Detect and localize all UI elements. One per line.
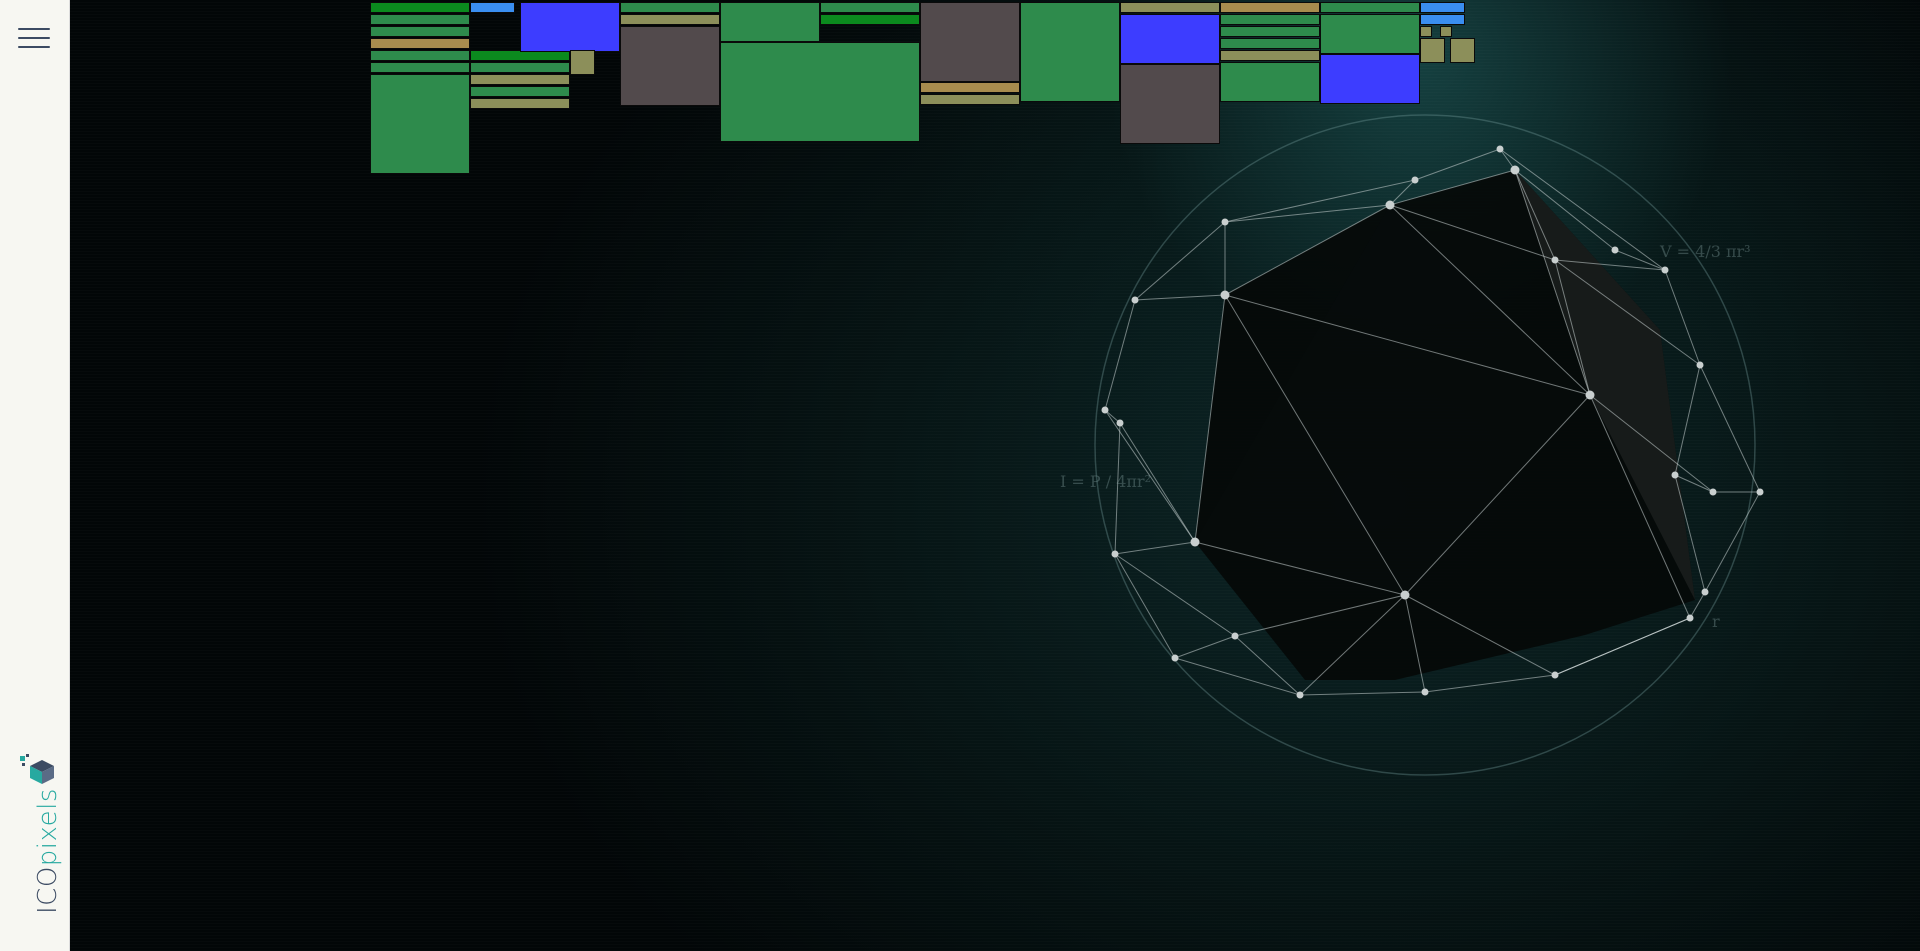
pixel-tile[interactable] — [920, 2, 1020, 82]
mesh-node — [1701, 588, 1709, 596]
mesh-node — [1171, 654, 1179, 662]
pixel-tile[interactable] — [1420, 26, 1432, 37]
geodesic-sphere-graphic — [1094, 114, 1764, 776]
mesh-node — [1496, 145, 1504, 153]
main-canvas: V = 4/3 πr³ I = P / 4πr² r — [70, 0, 1920, 951]
pixel-tile[interactable] — [720, 42, 920, 142]
pixel-tile[interactable] — [1120, 14, 1220, 64]
pixel-tile[interactable] — [370, 14, 470, 25]
pixel-tile[interactable] — [520, 2, 620, 52]
pixel-tile[interactable] — [470, 2, 515, 13]
mesh-node — [1756, 488, 1764, 496]
mesh-edge — [1414, 148, 1501, 181]
mesh-edge — [1674, 364, 1701, 476]
pixel-tile[interactable] — [1420, 38, 1445, 63]
mesh-node — [1611, 246, 1619, 254]
pixel-tile[interactable] — [820, 2, 920, 13]
radius-label: r — [1712, 612, 1720, 631]
mesh-node — [1296, 691, 1304, 699]
mesh-node — [1421, 688, 1429, 696]
menu-line — [18, 28, 50, 30]
pixel-tile[interactable] — [470, 74, 570, 85]
mesh-node — [1585, 390, 1595, 400]
mesh-edge — [1134, 221, 1226, 301]
pixel-tile[interactable] — [470, 62, 570, 73]
logo-text-pixels: pixels — [33, 788, 63, 867]
mesh-edge — [1299, 691, 1426, 696]
logo[interactable]: ICOpixels — [12, 752, 63, 922]
mesh-edge — [1134, 294, 1226, 301]
mesh-node — [1220, 290, 1230, 300]
pixel-tile[interactable] — [1120, 2, 1220, 13]
mesh-edge — [1114, 541, 1196, 555]
pixel-tile[interactable] — [720, 2, 820, 42]
mesh-edge — [1699, 364, 1761, 493]
volume-formula: V = 4/3 πr³ — [1660, 242, 1751, 261]
pixel-tile[interactable] — [1220, 62, 1320, 102]
pixel-tile[interactable] — [1320, 14, 1420, 54]
pixel-tile[interactable] — [620, 14, 720, 25]
mesh-edge — [1424, 674, 1556, 693]
mesh-edge — [1704, 491, 1761, 593]
mesh-node — [1696, 361, 1704, 369]
pixel-tile[interactable] — [920, 82, 1020, 93]
pixel-tile[interactable] — [1220, 38, 1320, 49]
mesh-node — [1400, 590, 1410, 600]
hamburger-menu-icon[interactable] — [18, 26, 50, 50]
pixel-tile[interactable] — [370, 2, 470, 13]
mesh-node — [1411, 176, 1419, 184]
logo-text: ICOpixels — [33, 788, 63, 914]
pixel-tile[interactable] — [1440, 26, 1452, 37]
mesh-node — [1190, 537, 1200, 547]
mesh-node — [1111, 550, 1119, 558]
mesh-node — [1221, 218, 1229, 226]
mesh-edge — [1174, 635, 1236, 659]
pixel-tile[interactable] — [1220, 2, 1320, 13]
intensity-formula: I = P / 4πr² — [1060, 472, 1151, 491]
mesh-node — [1231, 632, 1239, 640]
pixel-tile[interactable] — [920, 94, 1020, 105]
pixel-tile[interactable] — [470, 98, 570, 109]
mesh-node — [1101, 406, 1109, 414]
pixel-tile[interactable] — [470, 86, 570, 97]
menu-line — [18, 37, 50, 39]
mesh-node — [1385, 200, 1395, 210]
pixel-tile[interactable] — [1450, 38, 1475, 63]
mesh-node — [1661, 266, 1669, 274]
sidebar: ICOpixels — [0, 0, 70, 951]
pixel-tile[interactable] — [620, 26, 720, 106]
mesh-node — [1551, 256, 1559, 264]
mesh-node — [1116, 419, 1124, 427]
pixel-tile[interactable] — [1320, 54, 1420, 104]
logo-text-ico: ICO — [33, 866, 63, 914]
mesh-node — [1709, 488, 1717, 496]
mesh-node — [1131, 296, 1139, 304]
pixel-tile[interactable] — [370, 38, 470, 49]
pixel-tile[interactable] — [1220, 14, 1320, 25]
mesh-edge — [1614, 249, 1666, 271]
pixel-tile[interactable] — [1020, 2, 1120, 102]
pixel-tile[interactable] — [370, 62, 470, 73]
mesh-node — [1671, 471, 1679, 479]
pixel-tile[interactable] — [370, 50, 470, 61]
mesh-edge — [1114, 553, 1176, 659]
pixel-tile[interactable] — [820, 14, 920, 25]
cube-logo-icon — [20, 754, 54, 784]
pixel-tile[interactable] — [1320, 2, 1420, 13]
menu-line — [18, 46, 50, 48]
mesh-node — [1551, 671, 1559, 679]
mesh-edge — [1664, 269, 1701, 366]
pixel-tile[interactable] — [620, 2, 720, 13]
pixel-tile[interactable] — [1220, 26, 1320, 37]
mesh-edge — [1104, 299, 1136, 411]
pixel-tile[interactable] — [1220, 50, 1320, 61]
pixel-tile[interactable] — [1420, 14, 1465, 25]
mesh-node — [1510, 165, 1520, 175]
pixel-tile[interactable] — [370, 26, 470, 37]
pixel-tile[interactable] — [370, 74, 470, 174]
pixel-tile[interactable] — [1420, 2, 1465, 13]
mesh-edge — [1174, 657, 1301, 696]
pixel-tile[interactable] — [570, 50, 595, 75]
mesh-node — [1686, 614, 1694, 622]
